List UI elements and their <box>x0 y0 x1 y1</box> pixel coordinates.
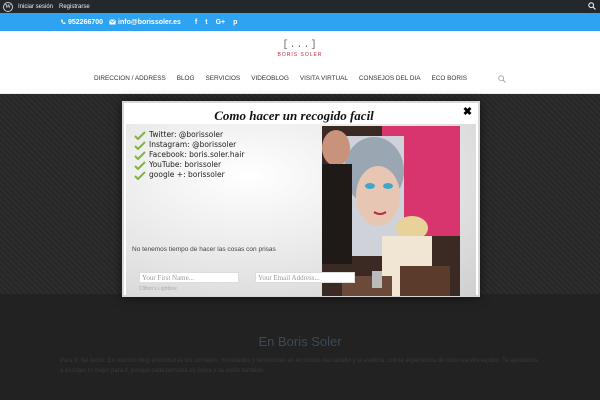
admin-bar: W Iniciar sesión Registrarse <box>0 0 600 13</box>
phone-number: 952266700 <box>68 18 104 26</box>
email-info[interactable]: info@borissoler.es <box>109 19 181 26</box>
close-icon[interactable]: ✖ <box>462 107 473 118</box>
lightbox-note: No tenemos tiempo de hacer las cosas con… <box>132 246 276 253</box>
site-header: [...] BORIS SOLER DIRECCION / ADDRESS BL… <box>0 31 600 94</box>
lightbox-popup: Como hacer un recogido facil ✖ Twitter: … <box>122 101 480 297</box>
phone-info[interactable]: 952266700 <box>60 19 103 26</box>
twitter-handle: Twitter: @borissoler <box>149 130 224 139</box>
list-item: google +: borissoler <box>134 170 244 180</box>
checkmark-icon <box>134 140 146 150</box>
page-content: En Boris Soler Para ti, fiel lector. En … <box>0 294 600 400</box>
logo-name: BORIS SOLER <box>277 52 323 58</box>
facebook-handle: Facebook: boris.soler.hair <box>149 150 245 159</box>
checkmark-icon <box>134 150 146 160</box>
list-item: Instagram: @borissoler <box>134 140 244 150</box>
lightbox-body: Twitter: @borissoler Instagram: @borisso… <box>126 124 476 296</box>
checkmark-icon <box>134 160 146 170</box>
nav-item-direccion[interactable]: DIRECCION / ADDRESS <box>94 75 166 82</box>
nav-item-eco-boris[interactable]: ECO BORIS <box>431 75 467 82</box>
facebook-icon[interactable]: f <box>195 19 197 26</box>
google-plus-handle: google +: borissoler <box>149 170 225 179</box>
salon-photo <box>322 126 460 296</box>
list-item: Twitter: @borissoler <box>134 130 244 140</box>
register-link[interactable]: Registrarse <box>59 4 90 10</box>
nav-item-visita-virtual[interactable]: VISITA VIRTUAL <box>300 75 348 82</box>
first-name-input[interactable] <box>139 272 239 283</box>
checkmark-icon <box>134 170 146 180</box>
site-logo[interactable]: [...] BORIS SOLER <box>275 40 325 58</box>
email-address: info@borissoler.es <box>118 18 181 26</box>
social-list: Twitter: @borissoler Instagram: @borisso… <box>134 130 244 180</box>
phone-icon <box>61 19 66 25</box>
twitter-icon[interactable]: t <box>205 19 207 26</box>
salon-photo-image <box>322 126 460 296</box>
logo-bracket: [...] <box>282 40 318 51</box>
youtube-handle: YouTube: borissoler <box>149 160 222 169</box>
lightbox-title: Como hacer un recogido facil <box>214 108 374 123</box>
nav-search-icon[interactable] <box>498 75 506 83</box>
section-paragraph: Para ti, fiel lector. En nuestro blog en… <box>60 358 538 374</box>
login-link[interactable]: Iniciar sesión <box>18 4 53 10</box>
nav-item-consejos[interactable]: CONSEJOS DEL DIA <box>359 75 421 82</box>
google-plus-icon[interactable]: G+ <box>216 19 226 26</box>
top-info-bar: 952266700 info@borissoler.es f t G+ p <box>0 13 600 31</box>
lightbox-brand: Clifton's Lightbox <box>139 286 177 292</box>
section-heading: En Boris Soler <box>258 334 342 349</box>
wordpress-logo-icon[interactable]: W <box>3 1 13 12</box>
nav-item-servicios[interactable]: SERVICIOS <box>206 75 241 82</box>
main-nav: DIRECCION / ADDRESS BLOG SERVICIOS VIDEO… <box>94 75 478 82</box>
search-icon[interactable] <box>588 2 596 10</box>
instagram-handle: Instagram: @borissoler <box>149 140 237 149</box>
pinterest-icon[interactable]: p <box>233 19 237 26</box>
envelope-icon <box>109 19 116 25</box>
list-item: YouTube: borissoler <box>134 160 244 170</box>
email-input[interactable] <box>255 272 355 283</box>
nav-item-blog[interactable]: BLOG <box>177 75 195 82</box>
nav-item-videoblog[interactable]: VIDEOBLOG <box>251 75 289 82</box>
list-item: Facebook: boris.soler.hair <box>134 150 244 160</box>
submit-button[interactable] <box>372 271 382 288</box>
checkmark-icon <box>134 130 146 140</box>
